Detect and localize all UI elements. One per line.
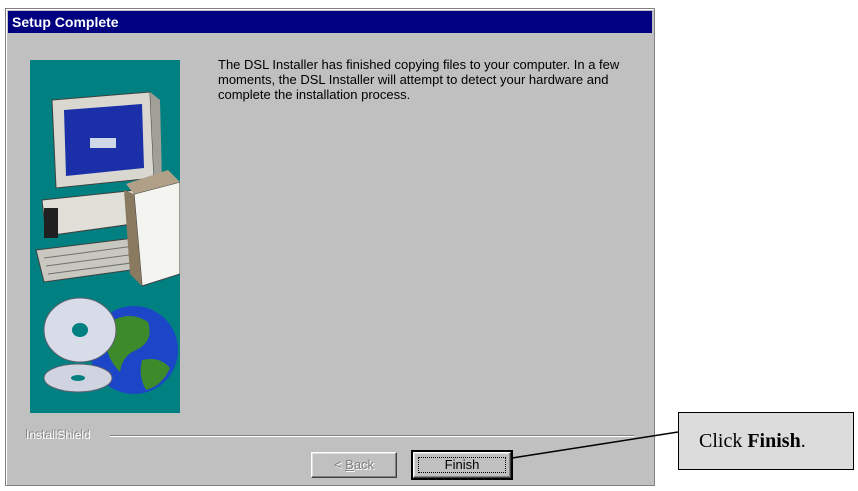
callout-bold: Finish <box>747 430 801 452</box>
instruction-callout: Click Finish. <box>678 412 854 470</box>
callout-prefix: Click <box>699 430 748 452</box>
callout-suffix: . <box>800 430 806 452</box>
